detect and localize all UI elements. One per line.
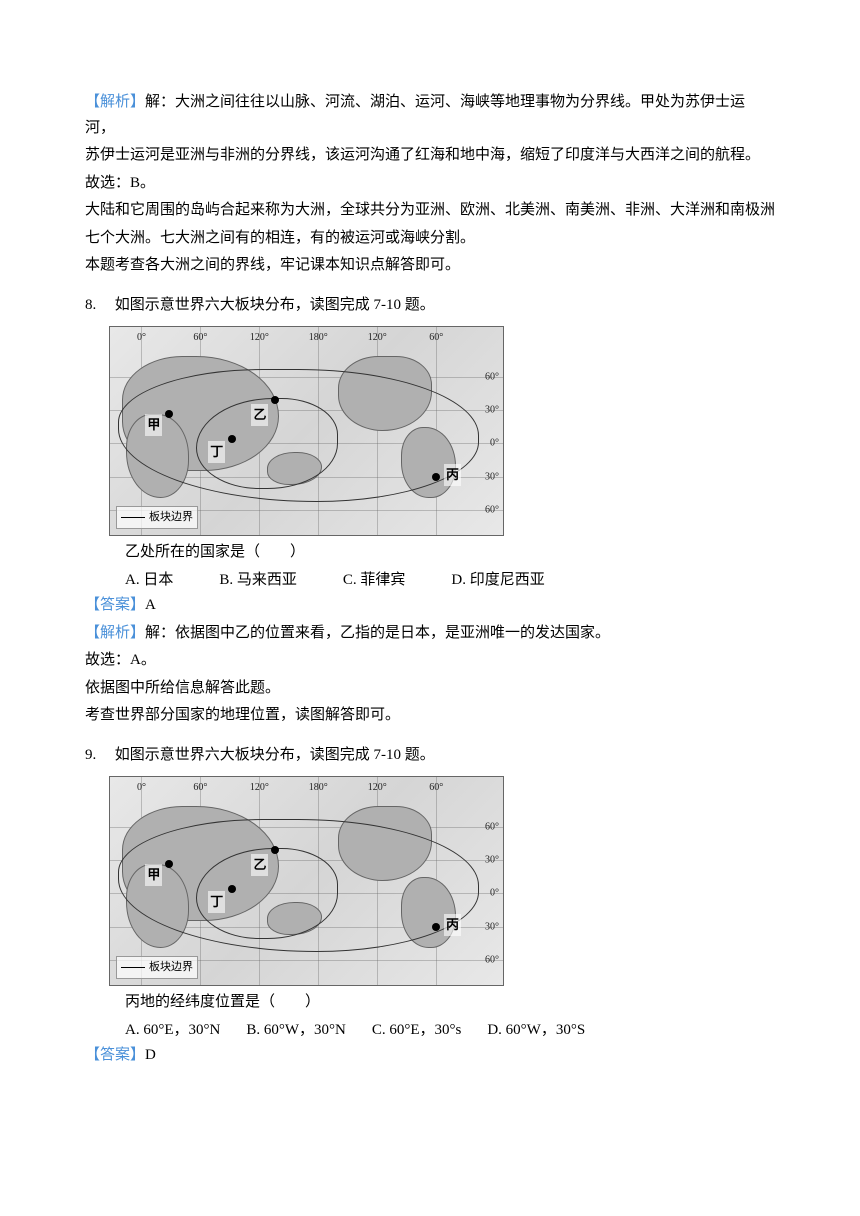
options-row: A. 60°E，30°N B. 60°W，30°N C. 60°E，30°s D… xyxy=(125,1018,775,1044)
point-bing xyxy=(432,923,440,931)
lon-label: 60° xyxy=(193,329,207,346)
options-row: A. 日本 B. 马来西亚 C. 菲律宾 D. 印度尼西亚 xyxy=(125,568,775,594)
option-d[interactable]: D. 印度尼西亚 xyxy=(451,568,544,594)
lon-label: 120° xyxy=(368,779,387,796)
point-label-bing: 丙 xyxy=(444,464,461,486)
analysis-text: 苏伊士运河是亚洲与非洲的分界线，该运河沟通了红海和地中海，缩短了印度洋与大西洋之… xyxy=(85,143,775,169)
map-legend: 板块边界 xyxy=(116,956,198,979)
lat-label: 30° xyxy=(485,918,499,935)
analysis-text: 解：依据图中乙的位置来看，乙指的是日本，是亚洲唯一的发达国家。 xyxy=(145,625,610,641)
answer-value: D xyxy=(145,1047,156,1063)
q7-analysis-block: 【解析】解：大洲之间往往以山脉、河流、湖泊、运河、海峡等地理事物为分界线。甲处为… xyxy=(85,90,775,279)
question-stem: 如图示意世界六大板块分布，读图完成 7-10 题。 xyxy=(115,747,435,763)
point-ding xyxy=(228,885,236,893)
lon-label: 180° xyxy=(309,329,328,346)
point-yi xyxy=(271,396,279,404)
option-c[interactable]: C. 60°E，30°s xyxy=(372,1018,462,1044)
option-a[interactable]: A. 60°E，30°N xyxy=(125,1018,220,1044)
point-label-yi: 乙 xyxy=(251,854,268,876)
map-container: 0° 60° 120° 180° 120° 60° 60° 30° 0° 30°… xyxy=(109,776,775,986)
question-number: 8. xyxy=(85,293,111,319)
legend-text: 板块边界 xyxy=(149,511,193,523)
point-bing xyxy=(432,473,440,481)
lat-label: 30° xyxy=(485,402,499,419)
option-c[interactable]: C. 菲律宾 xyxy=(343,568,406,594)
option-b[interactable]: B. 60°W，30°N xyxy=(246,1018,346,1044)
lon-label: 180° xyxy=(309,779,328,796)
analysis-conclusion: 故选：A。 xyxy=(85,648,775,674)
map-container: 0° 60° 120° 180° 120° 60° 60° 30° 0° 30°… xyxy=(109,326,775,536)
legend-line-icon xyxy=(121,517,145,518)
point-jia xyxy=(165,410,173,418)
lon-label: 60° xyxy=(429,329,443,346)
point-label-ding: 丁 xyxy=(208,891,225,913)
point-yi xyxy=(271,846,279,854)
point-jia xyxy=(165,860,173,868)
plate-map: 0° 60° 120° 180° 120° 60° 60° 30° 0° 30°… xyxy=(109,326,504,536)
option-d[interactable]: D. 60°W，30°S xyxy=(487,1018,585,1044)
question-text: 丙地的经纬度位置是（ ） xyxy=(125,990,775,1016)
question-text: 乙处所在的国家是（ ） xyxy=(125,540,775,566)
analysis-conclusion: 故选：B。 xyxy=(85,171,775,197)
lon-label: 120° xyxy=(368,329,387,346)
analysis-text: 本题考查各大洲之间的界线，牢记课本知识点解答即可。 xyxy=(85,253,775,279)
point-label-yi: 乙 xyxy=(251,404,268,426)
analysis-label: 【解析】 xyxy=(85,94,145,110)
plate-map: 0° 60° 120° 180° 120° 60° 60° 30° 0° 30°… xyxy=(109,776,504,986)
lon-label: 60° xyxy=(193,779,207,796)
analysis-text: 解：大洲之间往往以山脉、河流、湖泊、运河、海峡等地理事物为分界线。甲处为苏伊士运… xyxy=(85,94,745,136)
lon-label: 0° xyxy=(137,329,146,346)
answer-label: 【答案】 xyxy=(85,597,145,613)
lat-label: 60° xyxy=(485,368,499,385)
question-8: 8. 如图示意世界六大板块分布，读图完成 7-10 题。 0° 60° xyxy=(85,293,775,729)
lat-label: 30° xyxy=(485,852,499,869)
lat-label: 0° xyxy=(490,885,499,902)
legend-text: 板块边界 xyxy=(149,961,193,973)
lat-label: 60° xyxy=(485,818,499,835)
option-b[interactable]: B. 马来西亚 xyxy=(219,568,297,594)
point-ding xyxy=(228,435,236,443)
lon-label: 120° xyxy=(250,329,269,346)
lat-label: 60° xyxy=(485,502,499,519)
question-9: 9. 如图示意世界六大板块分布，读图完成 7-10 题。 0° 60° 120°… xyxy=(85,743,775,1069)
option-a[interactable]: A. 日本 xyxy=(125,568,173,594)
lat-label: 60° xyxy=(485,952,499,969)
question-stem: 如图示意世界六大板块分布，读图完成 7-10 题。 xyxy=(115,297,435,313)
point-label-jia: 甲 xyxy=(145,414,162,436)
lon-label: 120° xyxy=(250,779,269,796)
lat-label: 30° xyxy=(485,468,499,485)
point-label-ding: 丁 xyxy=(208,441,225,463)
analysis-text: 大陆和它周围的岛屿合起来称为大洲，全球共分为亚洲、欧洲、北美洲、南美洲、非洲、大… xyxy=(85,198,775,224)
question-number: 9. xyxy=(85,743,111,769)
analysis-label: 【解析】 xyxy=(85,625,145,641)
answer-value: A xyxy=(145,597,156,613)
legend-line-icon xyxy=(121,967,145,968)
point-label-bing: 丙 xyxy=(444,914,461,936)
lat-label: 0° xyxy=(490,435,499,452)
analysis-text: 依据图中所给信息解答此题。 xyxy=(85,676,775,702)
answer-label: 【答案】 xyxy=(85,1047,145,1063)
analysis-text: 考查世界部分国家的地理位置，读图解答即可。 xyxy=(85,703,775,729)
analysis-text: 七个大洲。七大洲之间有的相连，有的被运河或海峡分割。 xyxy=(85,226,775,252)
point-label-jia: 甲 xyxy=(145,864,162,886)
lon-label: 0° xyxy=(137,779,146,796)
lon-label: 60° xyxy=(429,779,443,796)
map-legend: 板块边界 xyxy=(116,506,198,529)
